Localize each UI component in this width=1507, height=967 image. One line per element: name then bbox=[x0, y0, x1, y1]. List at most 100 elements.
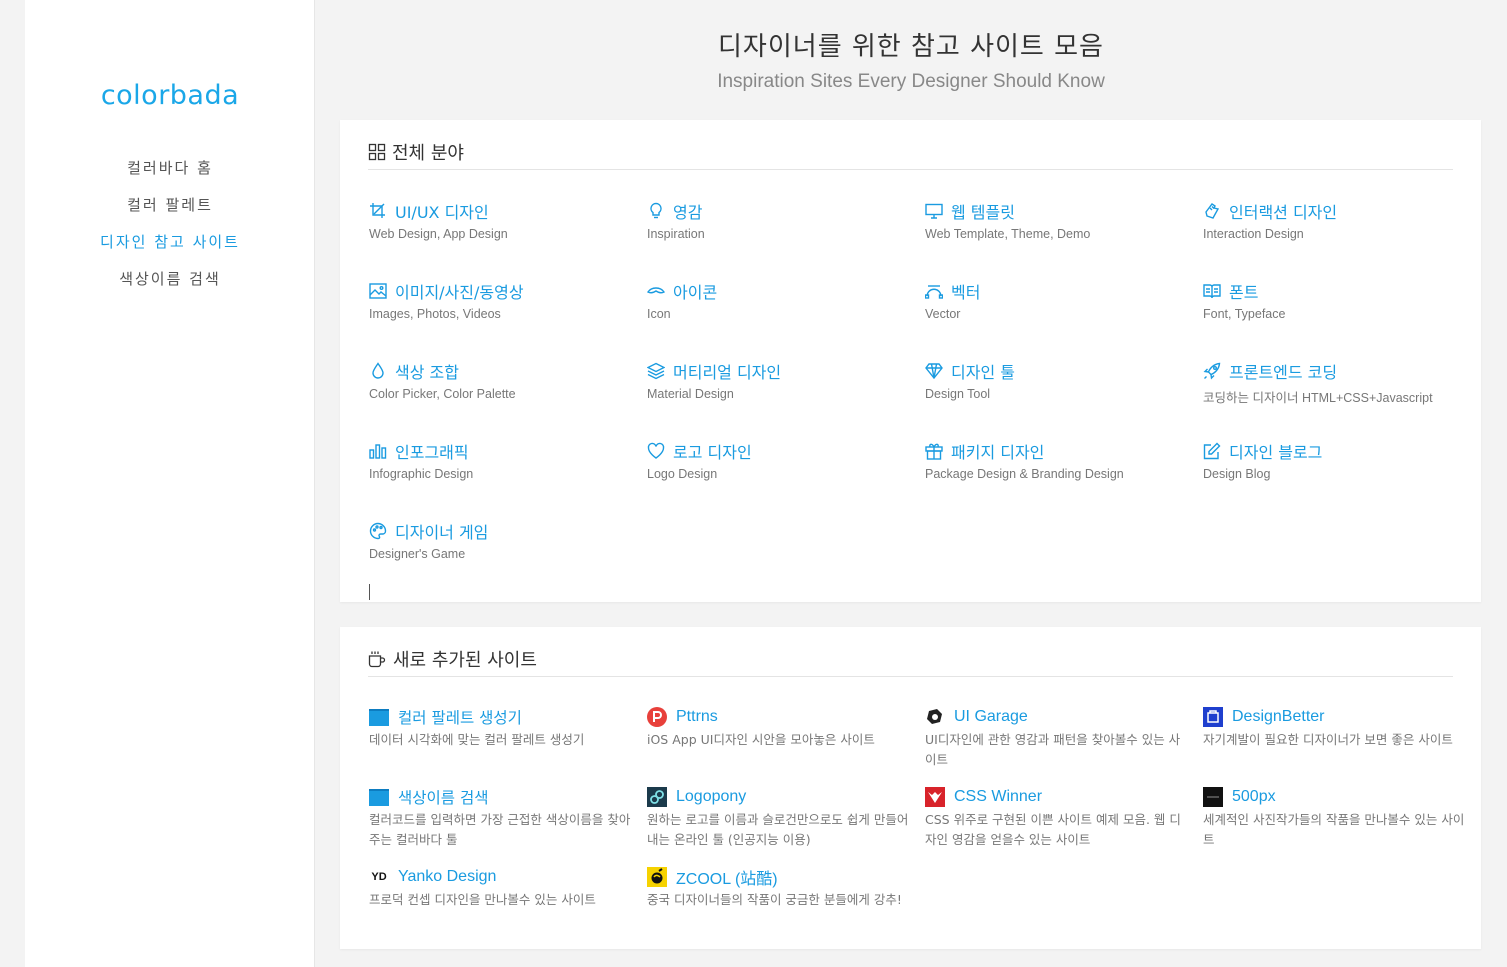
diamond-icon bbox=[925, 363, 943, 380]
category-images[interactable]: 이미지/사진/동영상 Images, Photos, Videos bbox=[369, 280, 639, 321]
category-title: 폰트 bbox=[1229, 283, 1259, 302]
site-card-yanko-design[interactable]: YD Yanko Design 프로덕 컨셉 디자인을 만나볼수 있는 사이트 bbox=[369, 866, 631, 910]
category-frontend[interactable]: 프론트엔드 코딩 코딩하는 디자이너 HTML+CSS+Javascript bbox=[1203, 360, 1473, 406]
categories-heading: 전체 분야 bbox=[368, 134, 1453, 170]
site-card-palette-generator[interactable]: 컬러 팔레트 생성기 데이터 시각화에 맞는 컬러 팔레트 생성기 bbox=[369, 706, 631, 750]
category-subtitle: Web Template, Theme, Demo bbox=[925, 227, 1091, 241]
category-subtitle: Infographic Design bbox=[369, 467, 474, 481]
site-title: DesignBetter bbox=[1232, 708, 1325, 725]
new-sites-card: 새로 추가된 사이트 컬러 팔레트 생성기 데이터 시각화에 맞는 컬러 팔레트… bbox=[340, 627, 1481, 949]
category-color-combo[interactable]: 색상 조합 Color Picker, Color Palette bbox=[369, 360, 639, 401]
category-material[interactable]: 머티리얼 디자인 Material Design bbox=[647, 360, 917, 401]
category-font[interactable]: 폰트 Font, Typeface bbox=[1203, 280, 1473, 321]
category-subtitle: Icon bbox=[647, 307, 671, 321]
colorbada-icon bbox=[369, 787, 389, 807]
site-card-color-name-search[interactable]: 색상이름 검색 컬러코드를 입력하면 가장 근접한 색상이름을 찾아주는 컬러바… bbox=[369, 786, 631, 850]
site-card-css-winner[interactable]: CSS Winner CSS 위주로 구현된 이쁜 사이트 예제 모음. 웹 디… bbox=[925, 786, 1187, 850]
crop-icon bbox=[370, 203, 385, 218]
layers-icon bbox=[647, 362, 665, 380]
category-web-template[interactable]: 웹 템플릿 Web Template, Theme, Demo bbox=[925, 200, 1195, 241]
site-description: 자기계발이 필요한 디자이너가 보면 좋은 사이트 bbox=[1203, 732, 1453, 747]
category-title: 디자인 블로그 bbox=[1229, 443, 1323, 462]
designbetter-icon bbox=[1203, 707, 1223, 727]
category-subtitle: Web Design, App Design bbox=[369, 227, 508, 241]
category-subtitle: Design Tool bbox=[925, 387, 991, 401]
site-description: 원하는 로고를 이름과 슬로건만으로도 쉽게 만들어 내는 온라인 툴 (인공지… bbox=[647, 812, 909, 847]
site-card-pttrns[interactable]: Pttrns iOS App UI디자인 시안을 모아놓은 사이트 bbox=[647, 706, 909, 750]
category-subtitle: Design Blog bbox=[1203, 467, 1271, 481]
coffee-cup-icon bbox=[368, 651, 386, 667]
pttrns-icon bbox=[647, 707, 667, 727]
category-title: 디자인 툴 bbox=[951, 363, 1015, 382]
nav-item-color-name-search[interactable]: 색상이름 검색 bbox=[25, 267, 315, 304]
category-title: 아이콘 bbox=[673, 283, 718, 302]
nav-item-palette[interactable]: 컬러 팔레트 bbox=[25, 193, 315, 230]
category-designer-game[interactable]: 디자이너 게임 Designer's Game bbox=[369, 520, 639, 561]
nav-item-design-sites[interactable]: 디자인 참고 사이트 bbox=[25, 230, 315, 267]
category-title: 색상 조합 bbox=[395, 363, 459, 382]
category-design-blog[interactable]: 디자인 블로그 Design Blog bbox=[1203, 440, 1473, 481]
site-description: 세계적인 사진작가들의 작품을 만나볼수 있는 사이트 bbox=[1203, 812, 1465, 847]
eye-icon bbox=[647, 287, 665, 294]
category-logo[interactable]: 로고 디자인 Logo Design bbox=[647, 440, 917, 481]
gift-icon bbox=[925, 443, 943, 460]
grid-icon bbox=[368, 143, 386, 160]
category-uiux[interactable]: UI/UX 디자인 Web Design, App Design bbox=[369, 200, 639, 241]
site-description: 중국 디자이너들의 작품이 궁금한 분들에게 강추! bbox=[647, 892, 902, 907]
new-sites-heading: 새로 추가된 사이트 bbox=[368, 641, 1453, 677]
site-card-designbetter[interactable]: DesignBetter 자기계발이 필요한 디자이너가 보면 좋은 사이트 bbox=[1203, 706, 1465, 750]
yanko-icon: YD bbox=[371, 871, 387, 883]
site-card-zcool[interactable]: ZCOOL (站酷) 중국 디자이너들의 작품이 궁금한 분들에게 강추! bbox=[647, 866, 909, 910]
lightbulb-icon bbox=[650, 202, 662, 219]
category-inspiration[interactable]: 영감 Inspiration bbox=[647, 200, 917, 241]
category-subtitle: Package Design & Branding Design bbox=[925, 467, 1124, 481]
bezier-icon bbox=[925, 285, 943, 299]
category-icon[interactable]: 아이콘 Icon bbox=[647, 280, 917, 321]
category-design-tool[interactable]: 디자인 툴 Design Tool bbox=[925, 360, 1195, 401]
site-title: Logopony bbox=[676, 788, 747, 805]
new-sites-heading-label: 새로 추가된 사이트 bbox=[393, 649, 537, 671]
category-title: 인포그래픽 bbox=[395, 443, 469, 462]
category-subtitle: Images, Photos, Videos bbox=[369, 307, 501, 321]
category-title: 인터랙션 디자인 bbox=[1229, 203, 1338, 222]
site-title: 컬러 팔레트 생성기 bbox=[398, 709, 522, 727]
site-title: UI Garage bbox=[954, 708, 1028, 725]
site-description: iOS App UI디자인 시안을 모아놓은 사이트 bbox=[647, 732, 875, 747]
site-card-logopony[interactable]: Logopony 원하는 로고를 이름과 슬로건만으로도 쉽게 만들어 내는 온… bbox=[647, 786, 909, 850]
category-subtitle: Inspiration bbox=[647, 227, 705, 241]
category-subtitle: Vector bbox=[925, 307, 961, 321]
app-frame: colorbada 컬러바다 홈 컬러 팔레트 디자인 참고 사이트 색상이름 … bbox=[0, 0, 1507, 967]
category-title: 웹 템플릿 bbox=[951, 203, 1015, 222]
text-caret bbox=[369, 584, 370, 600]
site-description: 프로덕 컨셉 디자인을 만나볼수 있는 사이트 bbox=[369, 892, 596, 907]
category-title: UI/UX 디자인 bbox=[395, 203, 489, 222]
sidebar: colorbada 컬러바다 홈 컬러 팔레트 디자인 참고 사이트 색상이름 … bbox=[25, 0, 315, 967]
category-package[interactable]: 패키지 디자인 Package Design & Branding Design bbox=[925, 440, 1195, 481]
category-subtitle: Designer's Game bbox=[369, 547, 466, 561]
site-description: UI디자인에 관한 영감과 패턴을 찾아볼수 있는 사이트 bbox=[925, 732, 1181, 767]
site-title: 500px bbox=[1232, 788, 1276, 805]
category-subtitle: Logo Design bbox=[647, 467, 718, 481]
uigarage-icon bbox=[925, 707, 945, 727]
bar-chart-icon bbox=[369, 444, 387, 459]
nav-item-home[interactable]: 컬러바다 홈 bbox=[25, 156, 315, 193]
categories-heading-label: 전체 분야 bbox=[392, 142, 464, 164]
category-title: 로고 디자인 bbox=[673, 443, 752, 462]
site-description: 데이터 시각화에 맞는 컬러 팔레트 생성기 bbox=[369, 732, 585, 747]
site-card-500px[interactable]: 500px 세계적인 사진작가들의 작품을 만나볼수 있는 사이트 bbox=[1203, 786, 1465, 850]
500px-icon bbox=[1203, 787, 1223, 807]
category-title: 머티리얼 디자인 bbox=[673, 363, 782, 382]
category-subtitle: 코딩하는 디자이너 HTML+CSS+Javascript bbox=[1203, 391, 1433, 405]
site-title: 색상이름 검색 bbox=[398, 789, 489, 807]
rocket-icon bbox=[1203, 362, 1221, 380]
site-title: Yanko Design bbox=[398, 868, 497, 885]
category-title: 벡터 bbox=[951, 283, 981, 302]
category-vector[interactable]: 벡터 Vector bbox=[925, 280, 1195, 321]
zcool-icon bbox=[647, 867, 667, 887]
monitor-icon bbox=[925, 203, 943, 219]
logo[interactable]: colorbada bbox=[25, 80, 315, 111]
category-interaction[interactable]: 인터랙션 디자인 Interaction Design bbox=[1203, 200, 1473, 241]
sidebar-nav: 컬러바다 홈 컬러 팔레트 디자인 참고 사이트 색상이름 검색 bbox=[25, 156, 315, 304]
category-infographic[interactable]: 인포그래픽 Infographic Design bbox=[369, 440, 639, 481]
site-card-ui-garage[interactable]: UI Garage UI디자인에 관한 영감과 패턴을 찾아볼수 있는 사이트 bbox=[925, 706, 1187, 770]
